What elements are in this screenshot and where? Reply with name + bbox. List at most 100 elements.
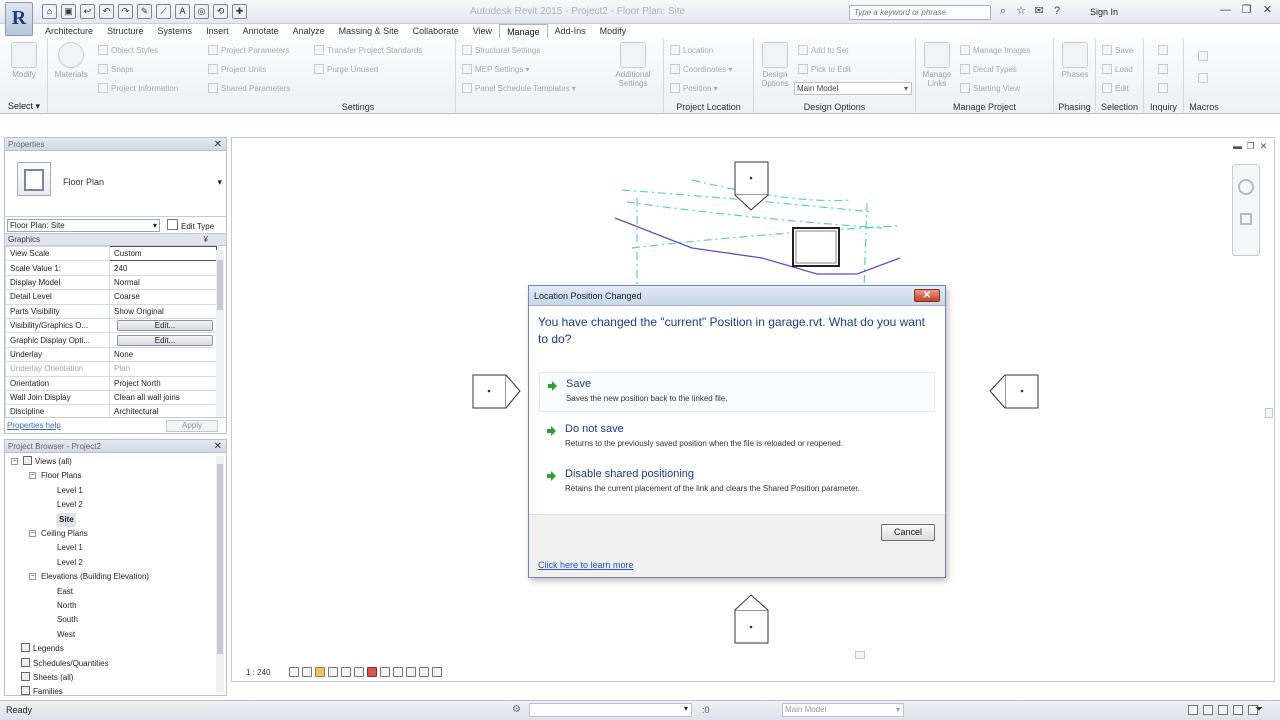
property-value[interactable]: Coarse [109,289,217,305]
phases-button[interactable]: Phases [1056,42,1094,79]
collapse-toggle-icon[interactable]: − [11,458,18,465]
tab-insert[interactable]: Insert [199,24,236,38]
quick-access-icon[interactable]: ↶ [99,4,114,19]
sun-path-icon[interactable] [315,667,326,677]
tab-view[interactable]: View [466,24,499,38]
edit-selection-button[interactable]: Edit [1102,82,1129,95]
disable-shared-positioning-option[interactable]: Disable shared positioning Retains the c… [539,463,935,503]
zoom-icon[interactable] [1240,213,1252,225]
edit-property-button[interactable]: Edit... [117,320,213,332]
navigation-bar[interactable] [1232,164,1260,256]
minimize-icon[interactable]: — [1216,3,1235,18]
starting-view-button[interactable]: Starting View [960,82,1020,95]
property-value[interactable]: Project North [109,375,217,391]
property-value[interactable]: 240 [109,260,217,276]
tab-add-ins[interactable]: Add-Ins [548,24,593,38]
tab-systems[interactable]: Systems [151,24,200,38]
project-parameters-button[interactable]: Project Parameters [208,44,289,57]
detail-level-icon[interactable] [289,667,300,677]
temporary-hide-icon[interactable] [367,667,378,677]
title-tool-icon[interactable]: ☆ [1014,4,1028,18]
tree-sheets[interactable]: Sheets (all) [21,671,73,685]
select-links-icon[interactable] [1188,705,1198,715]
properties-close-icon[interactable]: ✕ [214,138,222,151]
tree-elevation-item[interactable]: North [57,599,77,613]
quick-access-icon[interactable]: ✎ [137,4,152,19]
tab-collaborate[interactable]: Collaborate [406,24,466,38]
dialog-close-icon[interactable]: ✕ [914,289,940,302]
do-not-save-option[interactable]: Do not save Returns to the previously sa… [539,418,935,458]
tree-views[interactable]: − Views (all) [11,455,72,469]
edit-property-button[interactable]: Edit... [117,334,213,346]
manage-images-button[interactable]: Manage Images [960,44,1030,57]
quick-access-icon[interactable]: ↩ [80,4,95,19]
filter-icon[interactable]: ⏷ [1255,704,1263,715]
materials-button[interactable]: Materials [52,42,90,79]
modify-button[interactable]: Modify [5,42,43,79]
tree-ceiling-plan-item[interactable]: Level 1 [57,541,83,555]
sign-in-button[interactable]: Sign In [1090,7,1118,17]
transfer-project-standards-button[interactable]: Transfer Project Standards [314,44,422,57]
quick-access-icon[interactable]: ◎ [194,4,209,19]
quick-access-icon[interactable]: A [175,4,190,19]
tree-ceiling-plans[interactable]: − Ceiling Plans [29,527,88,541]
reveal-constraints-icon[interactable] [432,667,443,677]
revit-logo-icon[interactable]: R [5,2,33,36]
highlight-displacement-icon[interactable] [419,667,430,677]
tab-structure[interactable]: Structure [100,24,151,38]
close-icon[interactable]: ✕ [1258,3,1277,18]
object-styles-button[interactable]: Object Styles [98,44,158,57]
tree-floor-plans[interactable]: − Floor Plans [29,469,81,483]
view-restore-icon[interactable]: ❐ [1246,142,1255,151]
purge-unused-button[interactable]: Purge Unused [314,63,378,76]
quick-access-icon[interactable]: ▣ [61,4,76,19]
load-selection-button[interactable]: Load [1102,63,1133,76]
property-value[interactable]: Edit... [109,332,217,348]
property-value[interactable]: Normal [109,274,217,291]
reveal-hidden-icon[interactable] [380,667,391,677]
crop-view-icon[interactable] [341,667,352,677]
tree-families[interactable]: Families [21,685,63,695]
coordinates-button[interactable]: Coordinates ▾ [670,63,732,76]
maximize-icon[interactable]: ❐ [1237,3,1256,18]
macro-manager-button[interactable] [1198,50,1211,63]
properties-scrollbar[interactable] [216,250,224,420]
properties-help-link[interactable]: Properties help [7,421,61,430]
tab-manage[interactable]: Manage [499,24,548,38]
title-tool-icon[interactable]: ? [1050,4,1064,18]
tree-ceiling-plan-item[interactable]: Level 2 [57,556,83,570]
title-tool-icon[interactable]: ⌕ [996,4,1010,18]
manage-links-button[interactable]: Manage Links [918,42,956,88]
design-option-select[interactable]: Main Model [794,82,912,95]
workset-select[interactable] [529,703,692,717]
browser-scrollbar[interactable] [216,456,224,692]
view-close-icon[interactable]: ✕ [1259,142,1268,151]
position-button[interactable]: Position ▾ [670,82,718,95]
property-value[interactable]: None [109,346,217,363]
tree-elevation-item[interactable]: West [57,628,75,642]
canvas-vertical-scroll[interactable] [1265,408,1273,418]
warnings-button[interactable] [1158,82,1171,95]
shared-parameters-button[interactable]: Shared Parameters [208,82,290,95]
collapse-icon[interactable]: ¥ [204,234,208,246]
worksharing-icon[interactable] [393,667,404,677]
quick-access-icon[interactable]: ⟲ [213,4,228,19]
tab-massing-site[interactable]: Massing & Site [332,24,406,38]
decal-types-button[interactable]: Decal Types [960,63,1017,76]
select-by-id-button[interactable] [1158,63,1171,76]
snaps-button[interactable]: Snaps [98,63,134,76]
save-selection-button[interactable]: Save [1102,44,1133,57]
tree-floor-plan-item[interactable]: Level 2 [57,498,83,512]
select-dropdown[interactable]: Select ▾ [8,101,47,112]
type-dropdown-icon[interactable]: ▾ [217,177,222,188]
tab-modify[interactable]: Modify [593,24,634,38]
shadows-icon[interactable] [328,667,339,677]
title-tool-icon[interactable]: ✉ [1032,4,1046,18]
tab-annotate[interactable]: Annotate [236,24,286,38]
tree-elevations[interactable]: − Elevations (Building Elevation) [29,570,149,584]
collapse-toggle-icon[interactable]: − [29,530,36,537]
quick-access-icon[interactable]: ✚ [232,4,247,19]
instance-filter-select[interactable]: Floor Plan: Site [7,219,160,232]
worksets-icon[interactable]: ⚙ [512,704,521,715]
canvas-horizontal-scroll[interactable] [855,651,865,659]
